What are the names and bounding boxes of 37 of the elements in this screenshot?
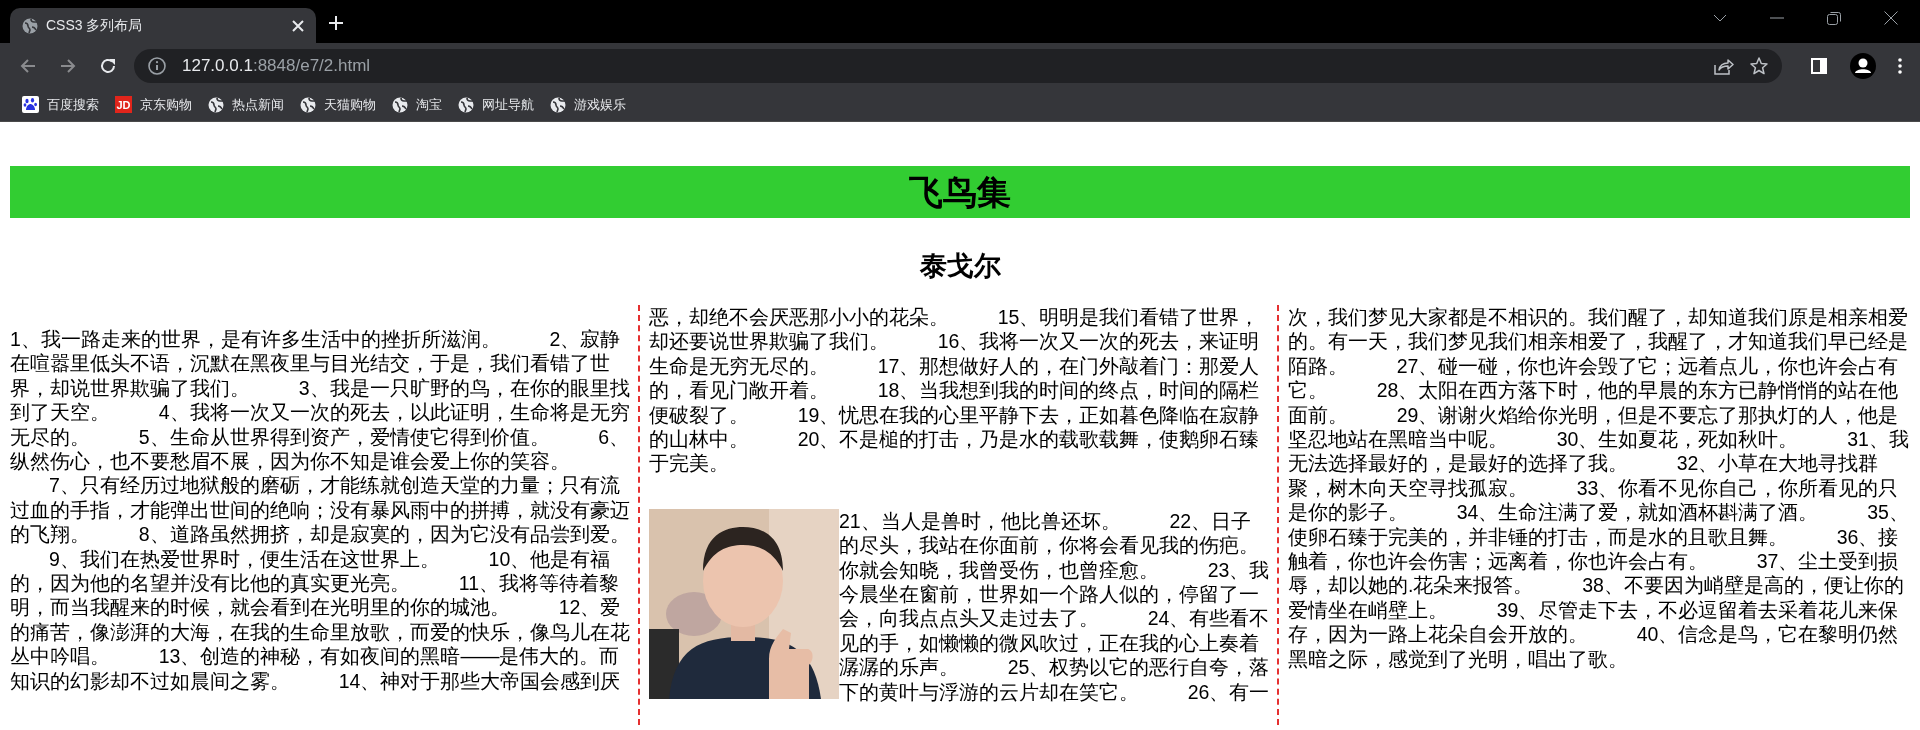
avatar-icon[interactable] bbox=[1850, 52, 1876, 79]
star-icon[interactable] bbox=[1750, 56, 1768, 75]
bookmark[interactable]: 热点新闻 bbox=[200, 90, 292, 119]
globe-icon bbox=[22, 17, 38, 34]
paragraph: 恶，却绝不会厌恶那小小的花朵。 15、明明是我们看错了世界，却还要说世界欺骗了我们。 16、我将一次又一次的死去，来证明生命是无穷无尽的。 17、那想做好人的，在门外敲着门：那爱人的，看见门敞开着。 18、当我想到我的时间的终点，时间的隔栏便破裂了。 19、忧思在我的心里平静下去，正如暮色降临在寂静的山林中。 20、不是槌的打击，乃是水的载歌载舞，使鹅卵石臻于完美。 bbox=[649, 305, 1261, 476]
close-icon[interactable] bbox=[1884, 11, 1898, 25]
address-bar[interactable]: 127.0.0.1:8848/e7/2.html bbox=[134, 48, 1782, 83]
globe-icon bbox=[550, 96, 566, 113]
bookmark[interactable]: 天猫购物 bbox=[292, 90, 384, 119]
menu-icon[interactable] bbox=[1898, 57, 1902, 74]
bookmark[interactable]: 百度搜索 bbox=[14, 90, 107, 119]
globe-icon bbox=[208, 96, 224, 113]
globe-icon bbox=[300, 96, 316, 113]
paragraph: 7、只有经历过地狱般的磨砺，才能练就创造天堂的力量；只有流过血的手指，才能弹出世间的绝响；没有暴风雨中的拼搏，就没有豪迈的飞翔。 8、道路虽然拥挤，却是寂寞的，因为它没有品尝到爱。 bbox=[10, 473, 631, 547]
logo-badge: JD bbox=[115, 96, 132, 113]
reload-icon bbox=[100, 57, 116, 74]
author-heading: 泰戈尔 bbox=[918, 250, 1002, 283]
globe-icon bbox=[392, 96, 408, 113]
bookmark[interactable]: 游戏娱乐 bbox=[542, 90, 634, 119]
sidebar-icon[interactable] bbox=[1810, 56, 1828, 75]
paragraph: 1、我一路走来的世界，是有许多生活中的挫折所滋润。 2、寂静在喧嚣里低头不语，沉默在黑夜里与目光结交，于是，我们看错了世界，却说世界欺骗了我们。 3、我是一只旷野的鸟，在你的眼里找到了天空。 4、我将一次又一次的死去，以此证明，生命将是无穷无尽的。 5、生命从世界得到资产，爱情使它得到价值。 6、纵然伤心，也不要愁眉不展，因为你不知是谁会爱上你的笑容。 bbox=[10, 327, 631, 474]
bookmark[interactable]: 淘宝 bbox=[384, 90, 450, 119]
paragraph: 21、当人是兽时，他比兽还坏。 22、日子的尽头，我站在你面前，你将会看见我的伤疤。你就会知晓，我曾受伤，也曾痊愈。 23、我今晨坐在窗前，世界如一个路人似的，停留了一会，向我点点头又走过去了。 24、有些看不见的手，如懒懒的微风吹过，正在我的心上奏着潺潺的乐声。 25、权势以它的恶行自夸，落下的黄叶与浮游的云片却在笑它。 26、有一 bbox=[649, 508, 1271, 705]
restore-icon[interactable] bbox=[1827, 11, 1841, 25]
share-icon[interactable] bbox=[1714, 56, 1734, 75]
paw-icon bbox=[22, 96, 39, 113]
back-icon bbox=[20, 57, 36, 74]
paragraph: 次，我们梦见大家都是不相识的。我们醒了，却知道我们原是相亲相爱的。有一天，我们梦见我们相亲相爱了，我醒了，才知道我们早已经是陌路。 27、碰一碰，你也许会毁了它；远着点儿，你也许会占有它。 28、太阳在西方落下时，他的早晨的东方已静悄悄的站在他面前。 29、谢谢火焰给你光明，但是不要忘了那执灯的人，他是坚忍地站在黑暗当中呢。 30、生如夏花，死如秋叶。 31、我无法选择最好的，是最好的选择了我。 32、小草在大地寻找群聚，树木向天空寻找孤寂。 33、你看不见你自己，你所看见的只是你的影子。 34、生命注满了爱，就如酒杯斟满了酒。 35、使卵石臻于完美的，并非锤的打击，而是水的且歌且舞。 36、接触着，你也许会伤害；远离着，你也许会占有。 37、尘土受到损辱，却以她的.花朵来报答。 38、不要因为峭壁是高的，便让你的爱情坐在峭壁上。 39、尽管走下去，不必逗留着去采着花儿来保存，因为一路上花朵自会开放的。 40、信念是鸟，它在黎明仍然黑暗之际，感觉到了光明，唱出了歌。 bbox=[1288, 305, 1910, 672]
chevron-down-icon[interactable] bbox=[1713, 14, 1727, 22]
globe-icon bbox=[458, 96, 474, 113]
new-tab-icon[interactable] bbox=[328, 15, 344, 31]
page-title: 飞鸟集 bbox=[10, 166, 1910, 218]
info-icon bbox=[148, 56, 166, 75]
bookmark[interactable]: JD 京东购物 bbox=[107, 90, 200, 119]
forward-icon bbox=[60, 57, 76, 74]
bookmark[interactable]: 网址导航 bbox=[450, 90, 542, 119]
paragraph: 9、我们在热爱世界时，便生活在这世界上。 10、他是有福的，因为他的名望并没有比他的真实更光亮。 11、我将等待着黎明，而当我醒来的时候，就会看到在光明里的你的城池。 12、爱的痛苦，像澎湃的大海，在我的生命里放歌，而爱的快乐，像鸟儿在花丛中吟唱。 13、创造的神秘，有如夜间的黑暗——是伟大的。而知识的幻影却不过如晨间之雾。 14、神对于那些大帝国会感到厌 bbox=[10, 546, 631, 694]
